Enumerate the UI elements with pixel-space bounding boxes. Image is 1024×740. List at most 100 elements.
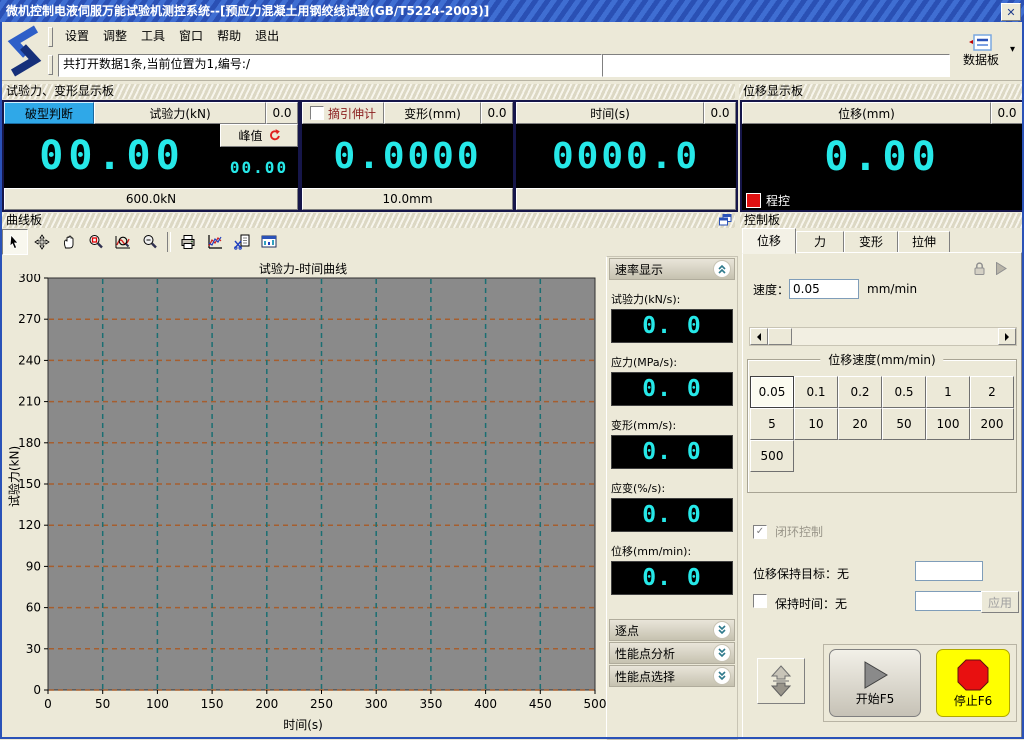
collapsed-panels: 逐点性能点分析性能点选择 <box>607 619 737 687</box>
tab-变形[interactable]: 变形 <box>844 231 898 254</box>
toolbar-data-window-button[interactable] <box>256 229 282 255</box>
menu-item[interactable]: 调整 <box>96 25 134 46</box>
tab-拉伸[interactable]: 拉伸 <box>898 231 950 254</box>
menu-item[interactable]: 窗口 <box>172 25 210 46</box>
databoard-button[interactable]: 数据板 <box>952 24 1010 78</box>
menu-item[interactable]: 设置 <box>58 25 96 46</box>
toolbar-curve-options-button[interactable] <box>202 229 228 255</box>
displacement-mode-row: 程控 <box>742 190 1023 210</box>
hand-icon <box>61 234 77 250</box>
chart-area: 试验力-时间曲线 试验力(kN) 05010015020025030035040… <box>0 256 606 739</box>
speed-preset-button[interactable]: 20 <box>838 408 882 440</box>
deform-display: 摘引伸计 变形(mm) 0.0 0.0000 10.0mm <box>300 100 515 212</box>
menu-grip[interactable] <box>48 27 53 47</box>
displacement-header-button[interactable]: 位移(mm) <box>742 102 991 124</box>
stop-button[interactable]: 停止F6 <box>936 649 1010 717</box>
svg-text:450: 450 <box>529 697 552 711</box>
speed-preset-button[interactable]: 200 <box>970 408 1014 440</box>
curve-toolbar <box>2 229 282 255</box>
menu-item[interactable]: 退出 <box>248 25 286 46</box>
collapsed-panel-性能点选择[interactable]: 性能点选择 <box>609 665 735 687</box>
speed-preset-button[interactable]: 0.2 <box>838 376 882 408</box>
fracture-mode-button[interactable]: 破型判断 <box>4 102 94 124</box>
toolbar-zoom-in-button[interactable] <box>83 229 109 255</box>
speed-preset-button[interactable]: 0.5 <box>882 376 926 408</box>
arrow-right-icon <box>1005 333 1013 341</box>
speed-preset-button[interactable]: 0.05 <box>750 376 794 408</box>
float-panel-icon[interactable] <box>719 214 732 226</box>
peak-reset-button[interactable]: 峰值 <box>220 124 298 147</box>
top-bar: 设置调整工具窗口帮助退出 共打开数据1条,当前位置为1,编号:/ 数据板 ▾ <box>0 22 1024 81</box>
deform-value-display: 0.0000 <box>302 124 513 188</box>
close-button[interactable]: ✕ <box>1001 3 1021 21</box>
collapsed-panel-label: 性能点选择 <box>615 668 675 685</box>
hold-time-checkbox[interactable] <box>753 594 767 608</box>
speed-preset-button[interactable]: 50 <box>882 408 926 440</box>
speed-input[interactable] <box>789 279 859 299</box>
run-arrow-icon[interactable] <box>995 262 1007 275</box>
speed-preset-button[interactable]: 0.1 <box>794 376 838 408</box>
collapsed-panel-性能点分析[interactable]: 性能点分析 <box>609 642 735 664</box>
deform-header-button[interactable]: 变形(mm) <box>384 102 481 124</box>
collapse-down-button[interactable] <box>713 644 731 662</box>
collapse-up-button[interactable] <box>713 260 731 278</box>
toolbar-copy-curve-button[interactable] <box>229 229 255 255</box>
force-header-button[interactable]: 试验力(kN) <box>94 102 266 124</box>
speed-preset-button[interactable]: 2 <box>970 376 1014 408</box>
svg-text:90: 90 <box>26 559 41 573</box>
rate-item-value: 0. 0 <box>611 435 733 469</box>
collapse-down-button[interactable] <box>713 621 731 639</box>
extensometer-label: 摘引伸计 <box>328 105 376 122</box>
hold-time-label: 保持时间：无 <box>775 595 847 612</box>
toolbar-pan-button[interactable] <box>29 229 55 255</box>
collapse-down-button[interactable] <box>713 667 731 685</box>
speed-preset-button[interactable]: 10 <box>794 408 838 440</box>
chevron-double-down-icon <box>716 624 728 636</box>
jog-button[interactable] <box>757 658 805 704</box>
hold-target-input[interactable] <box>915 561 983 581</box>
status-grip[interactable] <box>48 55 53 75</box>
start-button[interactable]: 开始F5 <box>829 649 921 717</box>
scrollbar-thumb[interactable] <box>768 328 792 345</box>
arrow-left-icon <box>753 333 761 341</box>
title-bar: 微机控制电液伺服万能试验机测控系统--[预应力混凝土用钢绞线试验(GB/T522… <box>0 0 1024 22</box>
rate-panel-header[interactable]: 速率显示 <box>609 258 735 280</box>
menu-item[interactable]: 工具 <box>134 25 172 46</box>
speed-preset-button[interactable]: 5 <box>750 408 794 440</box>
speed-preset-button[interactable]: 500 <box>750 440 794 472</box>
tab-力[interactable]: 力 <box>796 231 844 254</box>
closed-loop-row: ✓ 闭环控制 <box>753 523 823 540</box>
toolbar-print-button[interactable] <box>175 229 201 255</box>
tab-位移[interactable]: 位移 <box>742 228 796 254</box>
svg-text:50: 50 <box>95 697 110 711</box>
menu-item[interactable]: 帮助 <box>210 25 248 46</box>
speed-group: 位移速度(mm/min) 0.050.10.20.512510205010020… <box>747 359 1017 493</box>
toolbar-select-button[interactable] <box>2 229 28 255</box>
scrollbar-left-button[interactable] <box>750 328 768 345</box>
svg-text:30: 30 <box>26 642 41 656</box>
force-aux-value: 0.0 <box>266 102 298 124</box>
apply-button[interactable]: 应用 <box>981 591 1019 613</box>
speed-preset-button[interactable]: 1 <box>926 376 970 408</box>
status-message: 共打开数据1条,当前位置为1,编号:/ <box>63 57 250 71</box>
displacement-aux-value: 0.0 <box>991 102 1023 124</box>
closed-loop-checkbox[interactable]: ✓ <box>753 525 767 539</box>
collapsed-panel-逐点[interactable]: 逐点 <box>609 619 735 641</box>
svg-text:350: 350 <box>419 697 442 711</box>
time-display: 时间(s) 0.0 0000.0 <box>514 100 738 212</box>
time-header-button[interactable]: 时间(s) <box>516 102 704 124</box>
scrollbar-right-button[interactable] <box>998 328 1016 345</box>
force-value-display: 00.00 <box>4 124 220 188</box>
extensometer-checkbox-button[interactable]: 摘引伸计 <box>302 102 384 124</box>
toolbar-zoom-region-button[interactable] <box>110 229 136 255</box>
rate-items: 试验力(kN/s):0. 0应力(MPa/s):0. 0变形(mm/s):0. … <box>607 291 737 595</box>
toolbar-hand-button[interactable] <box>56 229 82 255</box>
toolbar-zoom-out-button[interactable] <box>137 229 163 255</box>
hold-time-input[interactable] <box>915 591 983 611</box>
speed-preset-button[interactable]: 100 <box>926 408 970 440</box>
rate-item-label: 变形(mm/s): <box>611 417 733 433</box>
databoard-dropdown-icon[interactable]: ▾ <box>1010 44 1015 55</box>
extensometer-checkbox[interactable] <box>310 106 324 120</box>
menu-bar: 设置调整工具窗口帮助退出 <box>58 25 286 46</box>
speed-label: 速度： <box>753 281 789 298</box>
